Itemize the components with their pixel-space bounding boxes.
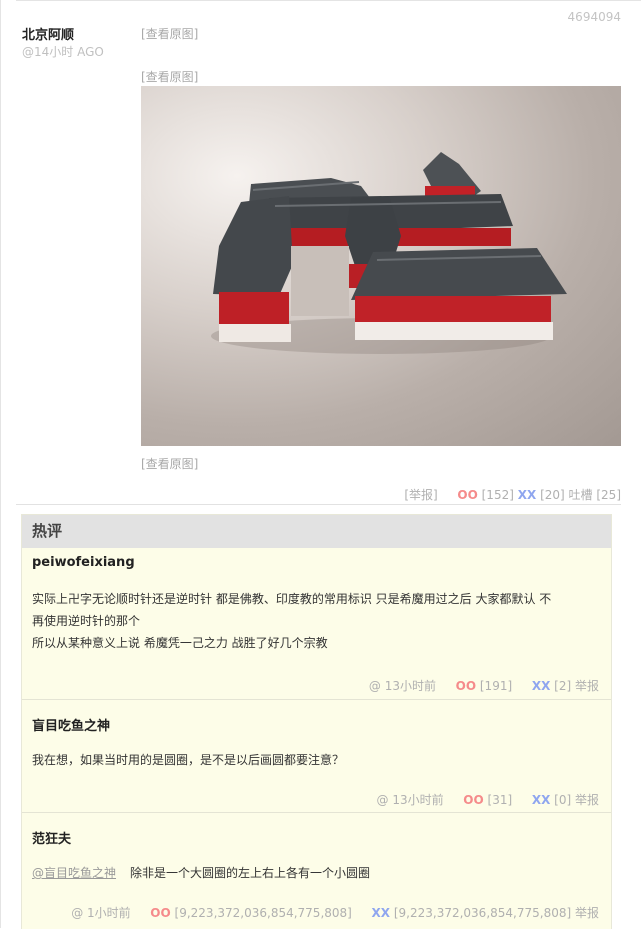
comment-actions: @ 13小时前 OO [191] XX [2] 举报 bbox=[369, 677, 599, 694]
view-original-link[interactable]: [查看原图] bbox=[141, 25, 198, 42]
comment: 盲目吃鱼之神 我在想，如果当时用的是圆圈，是不是以后画圆都要注意？ @ 13小时… bbox=[22, 700, 611, 813]
comment-line: 再使用逆时针的那个 bbox=[32, 614, 141, 628]
comment: 范狂夫 @盲目吃鱼之神 除非是一个大圆圈的左上右上各有一个小圆圈 @ 1小时前 O… bbox=[22, 813, 611, 929]
xx-vote-button[interactable]: XX bbox=[532, 793, 551, 807]
comment-body: 我在想，如果当时用的是圆圈，是不是以后画圆都要注意？ bbox=[32, 749, 601, 771]
post-id[interactable]: 4694094 bbox=[568, 10, 621, 24]
comment-line: 实际上卍字无论顺时针还是逆时针 都是佛教、印度教的常用标识 只是希魔用过之后 大… bbox=[32, 592, 552, 606]
xx-count: [2] bbox=[554, 679, 572, 693]
comment-time[interactable]: @ 1小时前 bbox=[71, 906, 130, 920]
hot-comments-panel: 热评 peiwofeixiang 实际上卍字无论顺时针还是逆时针 都是佛教、印度… bbox=[21, 514, 612, 929]
comment-author[interactable]: 盲目吃鱼之神 bbox=[32, 715, 110, 734]
comment-text: 除非是一个大圆圈的左上右上各有一个小圆圈 bbox=[130, 866, 371, 880]
comment-actions: @ 13小时前 OO [31] XX [0] 举报 bbox=[377, 791, 599, 808]
oo-count: [152] bbox=[481, 488, 514, 502]
view-original-link[interactable]: [查看原图] bbox=[141, 68, 198, 85]
page: 4694094 北京阿顺 @14小时 AGO [查看原图] [查看原图] [查看… bbox=[0, 0, 641, 929]
post-time: @14小时 AGO bbox=[22, 45, 104, 59]
comment-author[interactable]: peiwofeixiang bbox=[32, 555, 135, 570]
xx-vote-button[interactable]: XX bbox=[532, 679, 551, 693]
comment-author[interactable]: 范狂夫 bbox=[32, 828, 71, 847]
oo-vote-button[interactable]: OO bbox=[456, 679, 476, 693]
report-link[interactable]: 举报 bbox=[575, 679, 599, 693]
post-actions: [举报] OO [152] XX [20] 吐槽 [25] bbox=[404, 486, 621, 503]
tucao-link[interactable]: 吐槽 [25] bbox=[569, 488, 621, 502]
view-original-link[interactable]: [查看原图] bbox=[141, 455, 198, 472]
comment: peiwofeixiang 实际上卍字无论顺时针还是逆时针 都是佛教、印度教的常… bbox=[22, 548, 611, 700]
comment-time[interactable]: @ 13小时前 bbox=[369, 679, 436, 693]
comment-actions: @ 1小时前 OO [9,223,372,036,854,775,808] XX… bbox=[71, 904, 599, 921]
oo-count: [191] bbox=[479, 679, 513, 693]
comment-line: 我在想，如果当时用的是圆圈，是不是以后画圆都要注意？ bbox=[32, 753, 345, 767]
oo-count: [9,223,372,036,854,775,808] bbox=[174, 906, 352, 920]
report-link[interactable]: [举报] bbox=[404, 488, 437, 502]
oo-vote-button[interactable]: OO bbox=[457, 488, 477, 502]
xx-vote-button[interactable]: XX bbox=[518, 488, 537, 502]
left-border bbox=[0, 0, 1, 928]
comment-body: 实际上卍字无论顺时针还是逆时针 都是佛教、印度教的常用标识 只是希魔用过之后 大… bbox=[32, 588, 601, 654]
swastika-temple-model-image bbox=[211, 152, 567, 354]
xx-count: [9,223,372,036,854,775,808] bbox=[393, 906, 572, 920]
oo-vote-button[interactable]: OO bbox=[150, 906, 170, 920]
comment-time[interactable]: @ 13小时前 bbox=[377, 793, 444, 807]
oo-vote-button[interactable]: OO bbox=[463, 793, 483, 807]
hot-comments-title: 热评 bbox=[22, 515, 611, 548]
oo-count: [31] bbox=[487, 793, 513, 807]
post-photo[interactable] bbox=[141, 86, 621, 446]
xx-count: [20] bbox=[540, 488, 565, 502]
post: 4694094 北京阿顺 @14小时 AGO [查看原图] [查看原图] [查看… bbox=[16, 0, 641, 505]
report-link[interactable]: 举报 bbox=[575, 793, 599, 807]
comment-body: @盲目吃鱼之神 除非是一个大圆圈的左上右上各有一个小圆圈 bbox=[32, 862, 601, 884]
comment-line: 所以从某种意义上说 希魔凭一己之力 战胜了好几个宗教 bbox=[32, 636, 328, 650]
report-link[interactable]: 举报 bbox=[575, 906, 599, 920]
post-divider bbox=[16, 504, 621, 505]
mention-link[interactable]: @盲目吃鱼之神 bbox=[32, 866, 116, 880]
post-author: 北京阿顺 bbox=[22, 28, 75, 43]
xx-vote-button[interactable]: XX bbox=[372, 906, 391, 920]
xx-count: [0] bbox=[554, 793, 572, 807]
